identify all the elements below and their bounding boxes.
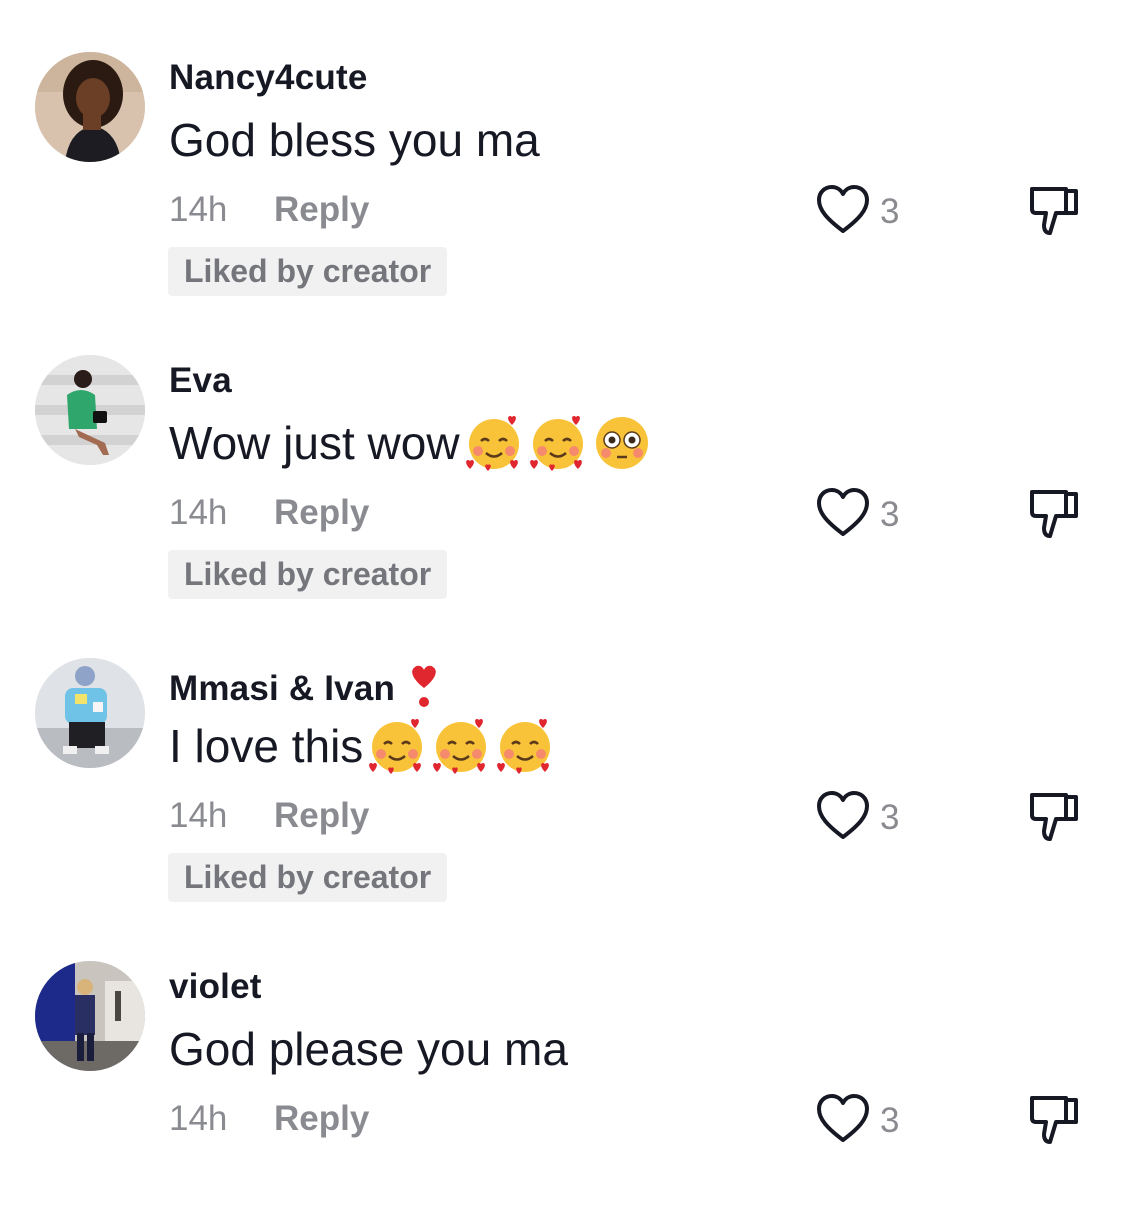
heavy-heart-exclamation-icon bbox=[407, 664, 441, 719]
comment-item: Mmasi & Ivan I love this 14h Reply 3 Lik… bbox=[0, 606, 1125, 909]
username-text: violet bbox=[169, 967, 262, 1006]
thumbs-down-icon[interactable] bbox=[1026, 183, 1082, 239]
username-text: Nancy4cute bbox=[169, 58, 368, 97]
avatar-image bbox=[35, 355, 145, 465]
smiling-face-with-hearts-icon bbox=[464, 413, 524, 473]
flushed-face-icon bbox=[592, 413, 652, 473]
comment-text-content: I love this bbox=[169, 720, 364, 772]
comment-item: Eva Wow just wow 14h Reply 3 Liked by cr… bbox=[0, 303, 1125, 606]
comment-timestamp: 14h bbox=[169, 190, 228, 229]
comment-timestamp: 14h bbox=[169, 493, 228, 532]
thumbs-down-icon[interactable] bbox=[1026, 789, 1082, 845]
avatar[interactable] bbox=[35, 658, 145, 768]
avatar-image bbox=[35, 961, 145, 1071]
thumbs-down-icon[interactable] bbox=[1026, 1092, 1082, 1148]
comment-text-content: Wow just wow bbox=[169, 417, 460, 469]
smiling-face-with-hearts-icon bbox=[431, 716, 491, 776]
avatar-image bbox=[35, 658, 145, 768]
username-text: Eva bbox=[169, 361, 232, 400]
smiling-face-with-hearts-icon bbox=[367, 716, 427, 776]
thumbs-down-icon[interactable] bbox=[1026, 486, 1082, 542]
heart-icon[interactable] bbox=[815, 486, 871, 540]
smiling-face-with-hearts-icon bbox=[495, 716, 555, 776]
comment-text-content: God bless you ma bbox=[169, 114, 540, 166]
like-count: 3 bbox=[880, 495, 900, 534]
avatar-image bbox=[35, 52, 145, 162]
heart-icon[interactable] bbox=[815, 789, 871, 843]
avatar[interactable] bbox=[35, 355, 145, 465]
comment-text: God please you ma bbox=[169, 1021, 568, 1077]
comment-text: God bless you ma bbox=[169, 112, 540, 168]
liked-by-creator-badge: Liked by creator bbox=[168, 247, 448, 296]
reply-button[interactable]: Reply bbox=[274, 190, 369, 230]
comment-item: Nancy4cute God bless you ma 14h Reply 3 … bbox=[0, 0, 1125, 303]
reply-button[interactable]: Reply bbox=[274, 1099, 369, 1139]
like-count: 3 bbox=[880, 192, 900, 231]
comment-username[interactable]: Nancy4cute bbox=[169, 58, 367, 98]
comment-item: violet God please you ma 14h Reply 3 bbox=[0, 909, 1125, 1212]
comment-text: I love this bbox=[169, 718, 555, 774]
liked-by-creator-badge: Liked by creator bbox=[168, 550, 448, 599]
comment-username[interactable]: violet bbox=[169, 967, 262, 1007]
liked-by-creator-badge: Liked by creator bbox=[168, 853, 448, 902]
smiling-face-with-hearts-icon bbox=[528, 413, 588, 473]
reply-button[interactable]: Reply bbox=[274, 796, 369, 836]
reply-button[interactable]: Reply bbox=[274, 493, 369, 533]
username-text: Mmasi & Ivan bbox=[169, 669, 396, 708]
comment-username[interactable]: Eva bbox=[169, 361, 232, 401]
like-count: 3 bbox=[880, 1101, 900, 1140]
heart-icon[interactable] bbox=[815, 1092, 871, 1146]
comment-timestamp: 14h bbox=[169, 796, 228, 835]
comment-timestamp: 14h bbox=[169, 1099, 228, 1138]
comment-text: Wow just wow bbox=[169, 415, 652, 471]
comment-username[interactable]: Mmasi & Ivan bbox=[169, 664, 441, 719]
avatar[interactable] bbox=[35, 961, 145, 1071]
avatar[interactable] bbox=[35, 52, 145, 162]
comment-text-content: God please you ma bbox=[169, 1023, 568, 1075]
like-count: 3 bbox=[880, 798, 900, 837]
heart-icon[interactable] bbox=[815, 183, 871, 237]
